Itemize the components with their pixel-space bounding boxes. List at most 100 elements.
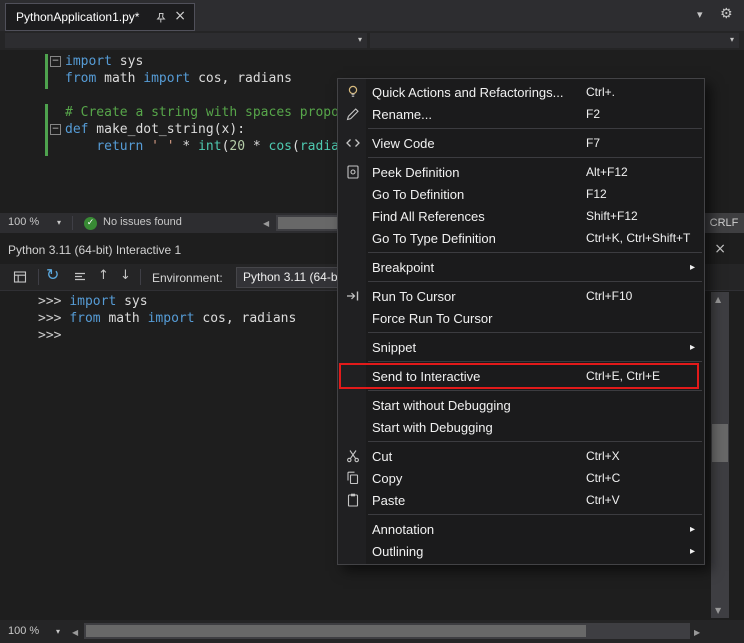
reset-icon[interactable]: ↻ <box>46 265 59 284</box>
menu-item-copy[interactable]: Copy Ctrl+C <box>338 467 704 489</box>
menu-item-peek-definition[interactable]: Peek DefinitionAlt+F12 <box>338 161 704 183</box>
menu-item-label: Paste <box>372 493 405 508</box>
chevron-down-icon[interactable]: ▾ <box>57 218 61 227</box>
scroll-right-icon[interactable]: ▶ <box>694 628 700 637</box>
menu-item-start-with-debugging[interactable]: Start with Debugging <box>338 416 704 438</box>
menu-item-shortcut: F12 <box>586 187 607 201</box>
issues-status: No issues found <box>103 216 182 228</box>
scroll-left-icon[interactable]: ◀ <box>263 219 269 228</box>
chevron-down-icon: ▾ <box>358 35 362 44</box>
menu-item-send-to-interactive[interactable]: Send to InteractiveCtrl+E, Ctrl+E <box>338 365 704 387</box>
line-ending-indicator[interactable]: CRLF <box>704 213 744 233</box>
menu-item-rename[interactable]: Rename...F2 <box>338 103 704 125</box>
nav-members-dropdown[interactable]: ▾ <box>370 33 739 48</box>
code-line: >>> from math import cos, radians <box>38 310 296 327</box>
code-token: cos, radians <box>190 71 292 86</box>
tab-pythonapplication1[interactable]: PythonApplication1.py* × <box>5 3 195 31</box>
menu-item-run-to-cursor[interactable]: Run To CursorCtrl+F10 <box>338 285 704 307</box>
zoom-level[interactable]: 100 % <box>8 625 39 637</box>
history-previous-icon[interactable]: ↑ <box>98 268 109 283</box>
menu-separator <box>368 128 702 129</box>
fold-collapse-icon[interactable]: − <box>50 124 61 135</box>
menu-item-label: Copy <box>372 471 402 486</box>
menu-item-label: Go To Definition <box>372 187 464 202</box>
code-line: return ' ' * int(20 * cos(radia <box>65 138 347 155</box>
submenu-arrow-icon: ▸ <box>690 524 695 535</box>
code-token: # Create a string with spaces propor <box>65 105 347 120</box>
horizontal-scrollbar[interactable] <box>84 623 690 639</box>
pin-icon[interactable] <box>155 11 167 29</box>
menu-separator <box>368 441 702 442</box>
vertical-scrollbar[interactable]: ▲ ▼ <box>711 292 729 618</box>
menu-separator <box>368 157 702 158</box>
menu-item-force-run-to-cursor[interactable]: Force Run To Cursor <box>338 307 704 329</box>
separator <box>38 269 39 285</box>
menu-item-label: Send to Interactive <box>372 369 480 384</box>
code-token: radia <box>300 139 339 154</box>
menu-item-label: Go To Type Definition <box>372 231 496 246</box>
close-icon[interactable]: × <box>714 241 726 257</box>
editor-code: import sysfrom math import cos, radians … <box>65 53 347 155</box>
code-token: * <box>245 139 268 154</box>
document-list-chevron-icon[interactable]: ▾ <box>697 8 703 21</box>
menu-item-label: Breakpoint <box>372 260 434 275</box>
code-token: int <box>198 139 221 154</box>
menu-item-shortcut: Ctrl+C <box>586 471 620 485</box>
menu-item-find-all-references[interactable]: Find All ReferencesShift+F12 <box>338 205 704 227</box>
nav-types-dropdown[interactable]: ▾ <box>5 33 367 48</box>
menu-separator <box>368 514 702 515</box>
code-token: ' ' <box>151 139 174 154</box>
zoom-level[interactable]: 100 % <box>8 216 39 228</box>
close-icon[interactable]: × <box>174 8 186 24</box>
interactive-statusbar: 100 % ▾ ◀ ▶ <box>0 620 744 643</box>
tab-title: PythonApplication1.py* <box>16 10 139 24</box>
menu-item-go-to-type-definition[interactable]: Go To Type Definition Ctrl+K, Ctrl+Shift+… <box>338 227 704 249</box>
navigation-bar: ▾ ▾ <box>0 31 744 50</box>
menu-item-shortcut: Ctrl+X <box>586 449 620 463</box>
menu-item-paste[interactable]: Paste Ctrl+V <box>338 489 704 511</box>
menu-item-snippet[interactable]: Snippet▸ <box>338 336 704 358</box>
code-token: make_dot_string(x): <box>88 122 245 137</box>
interactive-window-icon[interactable] <box>12 269 28 290</box>
context-menu-items: Quick Actions and Refactorings...Ctrl+.R… <box>338 81 704 562</box>
change-tracking-bar <box>45 54 48 89</box>
chevron-down-icon[interactable]: ▾ <box>56 627 60 636</box>
gear-icon[interactable]: ⚙ <box>720 6 733 22</box>
copy-icon <box>338 470 368 486</box>
code-line: def make_dot_string(x): <box>65 121 347 138</box>
separator <box>72 216 73 230</box>
fold-collapse-icon[interactable]: − <box>50 56 61 67</box>
code-token: >>> <box>38 294 69 309</box>
menu-separator <box>368 332 702 333</box>
separator <box>140 269 141 285</box>
menu-item-breakpoint[interactable]: Breakpoint▸ <box>338 256 704 278</box>
scroll-left-icon[interactable]: ◀ <box>72 628 78 637</box>
code-line: >>> <box>38 327 296 344</box>
menu-item-label: Annotation <box>372 522 434 537</box>
scrollbar-thumb[interactable] <box>86 625 586 637</box>
code-token: from <box>69 311 100 326</box>
menu-item-cut[interactable]: CutCtrl+X <box>338 445 704 467</box>
code-token: cos, radians <box>195 311 297 326</box>
scrollbar-thumb[interactable] <box>712 424 728 462</box>
code-token: sys <box>116 294 147 309</box>
menu-item-shortcut: Ctrl+V <box>586 493 620 507</box>
menu-item-view-code[interactable]: View CodeF7 <box>338 132 704 154</box>
code-token: import <box>148 311 195 326</box>
scroll-down-icon[interactable]: ▼ <box>715 606 721 615</box>
code-token: * <box>175 139 198 154</box>
interactive-output[interactable]: >>> import sys>>> from math import cos, … <box>38 293 296 344</box>
scroll-up-icon[interactable]: ▲ <box>715 295 721 304</box>
menu-item-annotation[interactable]: Annotation ▸ <box>338 518 704 540</box>
tab-bar: PythonApplication1.py* × ▾ ⚙ <box>0 0 744 31</box>
menu-item-go-to-definition[interactable]: Go To Definition F12 <box>338 183 704 205</box>
code-line: from math import cos, radians <box>65 70 347 87</box>
view-code-icon <box>338 135 368 151</box>
menu-item-outlining[interactable]: Outlining▸ <box>338 540 704 562</box>
history-next-icon[interactable]: ↓ <box>120 268 131 283</box>
menu-item-start-without-debugging[interactable]: Start without Debugging <box>338 394 704 416</box>
menu-item-shortcut: Ctrl+K, Ctrl+Shift+T <box>586 231 690 245</box>
menu-item-quick-actions-and-refactorings[interactable]: Quick Actions and Refactorings...Ctrl+. <box>338 81 704 103</box>
code-token <box>65 139 96 154</box>
clear-screen-icon[interactable] <box>72 269 88 290</box>
